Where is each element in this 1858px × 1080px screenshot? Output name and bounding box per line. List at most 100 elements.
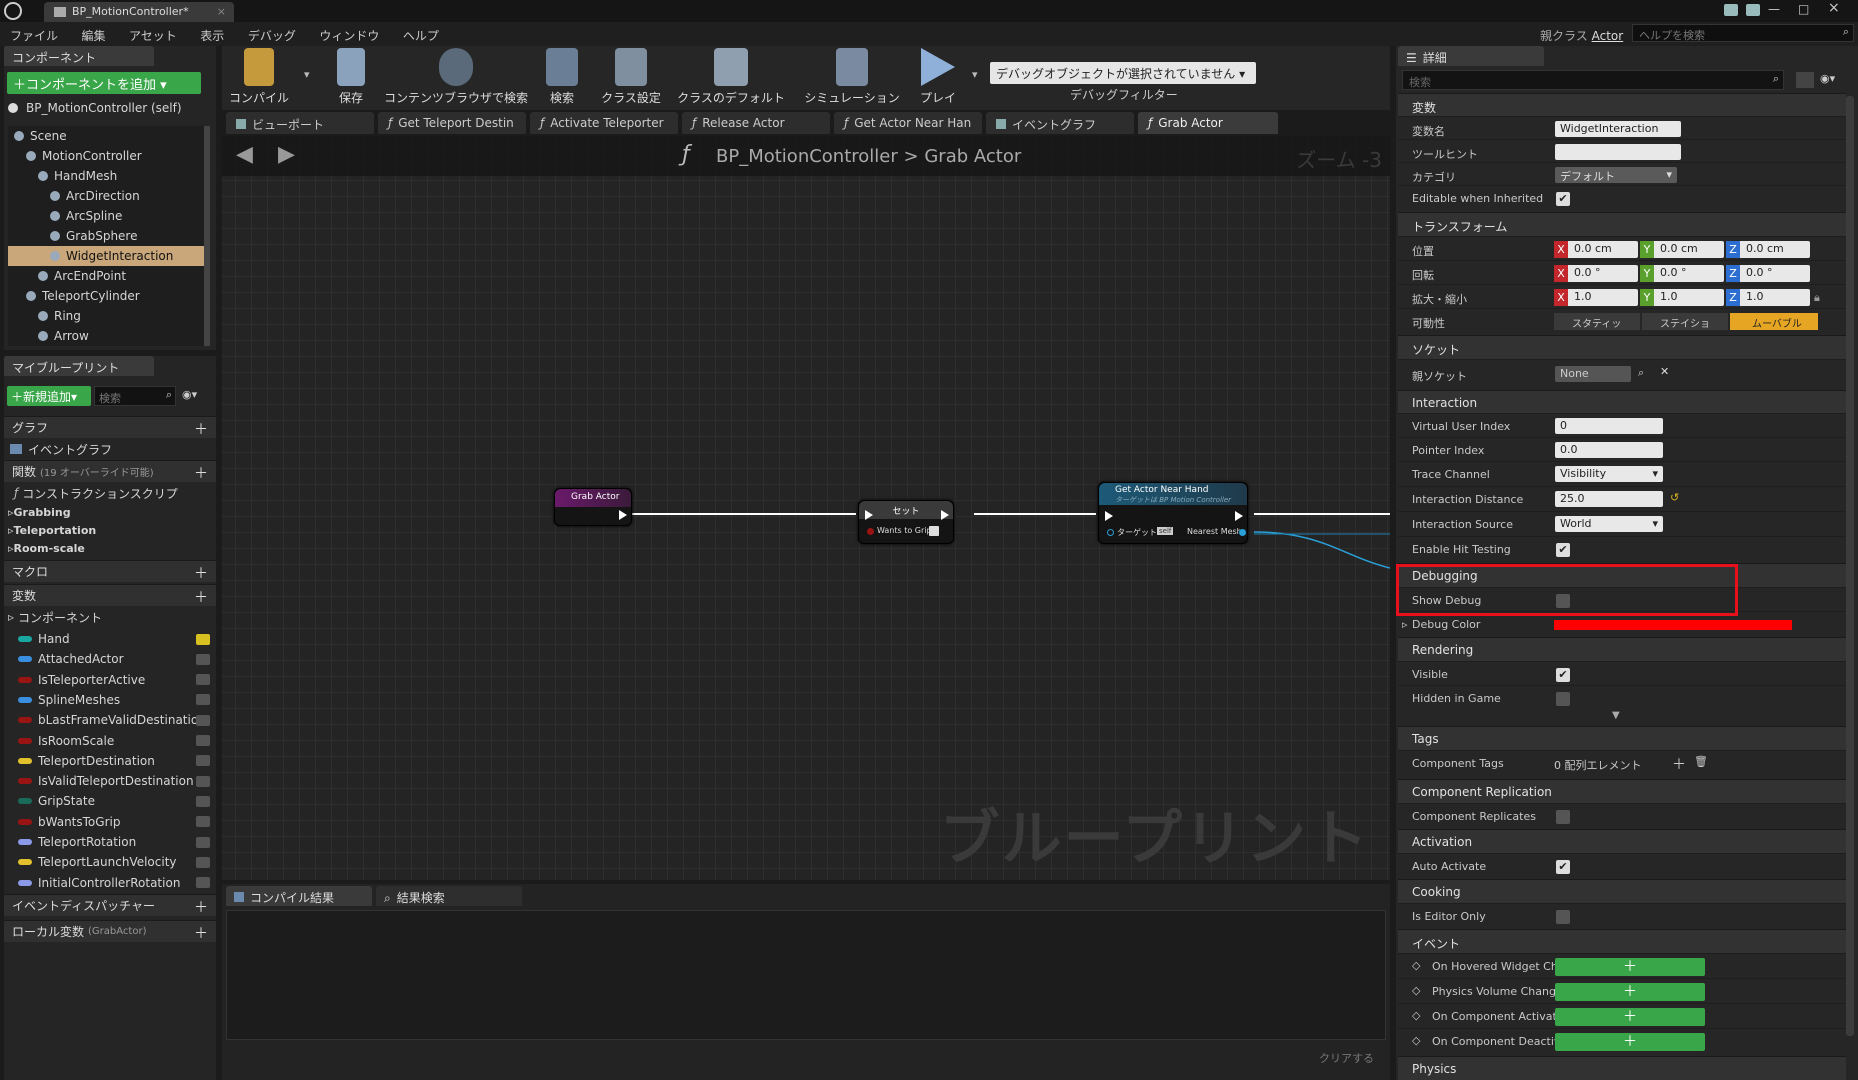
tab-viewport[interactable]: ビューポート xyxy=(226,112,374,134)
location-x-input[interactable]: X 0.0 cm xyxy=(1554,241,1638,258)
variable-item[interactable]: TeleportDestination xyxy=(4,751,216,771)
mobility-movable-button[interactable]: ムーバブル xyxy=(1730,313,1818,330)
variable-item[interactable]: IsTeleporterActive xyxy=(4,670,216,690)
component-tree-item[interactable]: HandMesh xyxy=(8,166,204,186)
close-tab-icon[interactable]: × xyxy=(217,5,226,18)
menu-edit[interactable]: 編集 xyxy=(72,22,116,44)
section-events[interactable]: イベント xyxy=(1398,929,1846,953)
document-tab[interactable]: BP_MotionController* × xyxy=(44,2,234,22)
rotation-x-input[interactable]: X 0.0 ° xyxy=(1554,265,1638,282)
target-pin[interactable] xyxy=(1107,529,1114,536)
compile-button[interactable]: コンパイル xyxy=(226,48,292,108)
exec-out-pin[interactable] xyxy=(619,510,627,520)
section-tags[interactable]: Tags xyxy=(1398,726,1846,750)
visibility-icon[interactable] xyxy=(196,836,210,848)
functions-section[interactable]: 関数 (19 オーバーライド可能) ＋ xyxy=(4,460,216,482)
variable-item[interactable]: IsValidTeleportDestination xyxy=(4,771,216,791)
menu-help[interactable]: ヘルプ xyxy=(393,22,449,44)
component-tree-item[interactable]: Arrow xyxy=(8,326,204,346)
add-event-component-deactivated-button[interactable]: ＋ xyxy=(1555,1033,1705,1051)
scale-z-input[interactable]: Z 1.0 xyxy=(1726,289,1810,306)
visibility-icon[interactable] xyxy=(196,877,210,889)
variable-item[interactable]: InitialControllerRotation xyxy=(4,873,216,893)
enable-hit-testing-checkbox[interactable]: ✔ xyxy=(1556,543,1570,557)
visibility-icon[interactable] xyxy=(196,775,210,787)
eye-icon[interactable]: ◉▾ xyxy=(182,388,197,401)
search-socket-icon[interactable]: ⌕ xyxy=(1638,366,1644,380)
local-variables-section[interactable]: ローカル変数 (GrabActor) ＋ xyxy=(4,920,216,942)
section-rendering[interactable]: Rendering xyxy=(1398,637,1846,661)
close-window-button[interactable]: × xyxy=(1828,0,1840,16)
exec-out-pin[interactable] xyxy=(1235,511,1243,521)
variable-item[interactable]: IsRoomScale xyxy=(4,731,216,751)
component-tree-item[interactable]: Ring xyxy=(8,306,204,326)
scale-x-input[interactable]: X 1.0 xyxy=(1554,289,1638,306)
components-category[interactable]: ▹ コンポーネント xyxy=(8,607,102,627)
new-add-button[interactable]: ＋新規追加▾ xyxy=(7,386,91,406)
simulation-button[interactable]: シミュレーション xyxy=(800,48,904,108)
clear-socket-icon[interactable]: ✕ xyxy=(1660,365,1669,378)
nearest-mesh-pin[interactable] xyxy=(1239,529,1246,536)
graph-canvas[interactable]: ◀ ▶ ƒ BP_MotionController > Grab Actor ズ… xyxy=(222,136,1390,880)
event-graph-item[interactable]: イベントグラフ xyxy=(10,439,112,459)
find-button[interactable]: 検索 xyxy=(540,48,584,108)
menu-window[interactable]: ウィンドウ xyxy=(309,22,389,44)
save-button[interactable]: 保存 xyxy=(334,48,368,108)
compile-options-arrow[interactable]: ▾ xyxy=(304,68,310,81)
section-cooking[interactable]: Cooking xyxy=(1398,879,1846,903)
lock-icon[interactable]: 🔒︎ xyxy=(1814,291,1820,305)
add-event-physics-volume-button[interactable]: ＋ xyxy=(1555,983,1705,1001)
trash-icon[interactable]: 🗑︎ xyxy=(1694,755,1708,768)
visibility-icon[interactable] xyxy=(196,735,210,746)
browse-content-button[interactable]: コンテンツブラウザで検索 xyxy=(382,48,530,108)
component-tree-item[interactable]: MotionController xyxy=(8,146,204,166)
location-y-input[interactable]: Y 0.0 cm xyxy=(1640,241,1724,258)
variable-item[interactable]: SplineMeshes xyxy=(4,690,216,710)
clear-button[interactable]: クリアする xyxy=(1319,1050,1374,1066)
tab-release-actor[interactable]: ƒ Release Actor xyxy=(682,112,830,134)
component-tree-item[interactable]: GrabSphere xyxy=(8,226,204,246)
my-blueprint-search-input[interactable]: 検索 ⌕ xyxy=(94,386,176,406)
node-grab-actor[interactable]: Grab Actor xyxy=(554,488,632,526)
scale-y-input[interactable]: Y 1.0 xyxy=(1640,289,1724,306)
event-dispatchers-section[interactable]: イベントディスパッチャー ＋ xyxy=(4,894,216,916)
bool-pin[interactable] xyxy=(867,528,874,535)
node-get-actor-near-hand[interactable]: Get Actor Near Hand ターゲットは BP Motion Con… xyxy=(1098,482,1248,544)
section-transform[interactable]: トランスフォーム xyxy=(1398,212,1846,236)
macros-section[interactable]: マクロ ＋ xyxy=(4,560,216,582)
variable-item[interactable]: Hand xyxy=(4,629,216,649)
category-grabbing[interactable]: ▹ Grabbing xyxy=(8,502,71,522)
graph-section[interactable]: グラフ ＋ xyxy=(4,416,216,438)
feedback-icon[interactable] xyxy=(1746,4,1760,16)
component-tree-item[interactable]: WidgetInteraction xyxy=(8,246,204,266)
add-function-icon[interactable]: ＋ xyxy=(194,463,208,483)
section-component-replication[interactable]: Component Replication xyxy=(1398,779,1846,803)
parent-class-link[interactable]: Actor xyxy=(1592,29,1624,43)
notification-icon[interactable] xyxy=(1724,4,1738,16)
pointer-index-input[interactable]: 0.0 xyxy=(1555,442,1663,458)
component-tree-item[interactable]: ArcSpline xyxy=(8,206,204,226)
add-component-button[interactable]: ＋コンポーネントを追加 ▾ xyxy=(7,72,201,94)
add-tag-icon[interactable]: ＋ xyxy=(1672,754,1686,774)
tab-event-graph[interactable]: イベントグラフ xyxy=(986,112,1134,134)
component-replicates-checkbox[interactable] xyxy=(1556,810,1570,824)
class-settings-button[interactable]: クラス設定 xyxy=(596,48,666,108)
category-room-scale[interactable]: ▹ Room-scale xyxy=(8,538,85,558)
details-scrollbar[interactable] xyxy=(1846,96,1854,1036)
virtual-user-index-input[interactable]: 0 xyxy=(1555,418,1663,434)
tab-compile-results[interactable]: コンパイル結果 xyxy=(226,886,372,906)
section-socket[interactable]: ソケット xyxy=(1398,335,1846,359)
help-search-input[interactable]: ヘルプを検索 ⌕ xyxy=(1632,24,1854,42)
component-tree-item[interactable]: Scene xyxy=(8,126,204,146)
reset-to-default-icon[interactable]: ↺ xyxy=(1670,491,1679,504)
variable-name-input[interactable]: WidgetInteraction xyxy=(1555,121,1681,137)
rotation-y-input[interactable]: Y 0.0 ° xyxy=(1640,265,1724,282)
variable-item[interactable]: bWantsToGrip xyxy=(4,812,216,832)
variable-item[interactable]: TeleportRotation xyxy=(4,832,216,852)
components-tab[interactable]: コンポーネント xyxy=(4,46,154,66)
minimize-button[interactable]: — xyxy=(1768,2,1780,16)
menu-asset[interactable]: アセット xyxy=(119,22,187,44)
rotation-z-input[interactable]: Z 0.0 ° xyxy=(1726,265,1810,282)
hidden-in-game-checkbox[interactable] xyxy=(1556,692,1570,706)
variable-item[interactable]: TeleportLaunchVelocity xyxy=(4,852,216,872)
